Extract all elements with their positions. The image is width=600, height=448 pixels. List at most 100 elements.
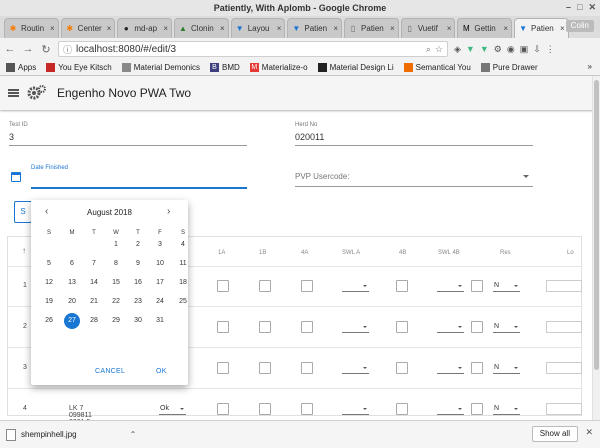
cell-checkbox[interactable] [471, 403, 483, 415]
day-5[interactable]: 5 [41, 256, 57, 272]
day-2[interactable]: 2 [130, 237, 146, 253]
tab-2[interactable]: ✱ Center × [60, 18, 116, 38]
cell-checkbox[interactable] [301, 280, 313, 292]
day-6[interactable]: 6 [64, 256, 80, 272]
day-18[interactable]: 18 [175, 275, 191, 291]
status-select[interactable]: Ok [159, 403, 186, 415]
tab-8[interactable]: ▯ Vuetif × [400, 18, 456, 38]
day-29[interactable]: 29 [108, 313, 124, 329]
colorpicker-icon[interactable]: ◉ [507, 44, 515, 55]
cell-checkbox[interactable] [301, 362, 313, 374]
cell-checkbox[interactable] [396, 280, 408, 292]
day-16[interactable]: 16 [130, 275, 146, 291]
camera-icon[interactable]: ▣ [520, 44, 529, 55]
swl-a-select[interactable] [342, 403, 369, 415]
bookmark-3[interactable]: Material Demonics [121, 63, 200, 72]
swl-a-select[interactable] [342, 362, 369, 374]
cell-checkbox[interactable] [217, 321, 229, 333]
day-23[interactable]: 23 [130, 294, 146, 310]
swl-4b-select[interactable] [437, 403, 464, 415]
tab-close-icon[interactable]: × [390, 24, 395, 33]
day-25[interactable]: 25 [175, 294, 191, 310]
tab-close-icon[interactable]: × [447, 24, 452, 33]
chrome-menu-icon[interactable]: ⋮ [546, 44, 555, 55]
close-window-icon[interactable]: ✕ [588, 2, 596, 13]
back-icon[interactable]: ← [4, 43, 16, 55]
cell-checkbox[interactable] [301, 403, 313, 415]
vertical-scrollbar[interactable] [592, 76, 600, 420]
bookmark-star-icon[interactable]: ☆ [435, 44, 443, 55]
day-22[interactable]: 22 [108, 294, 124, 310]
cell-checkbox[interactable] [301, 321, 313, 333]
bookmark-7[interactable]: Semantical You [403, 63, 471, 72]
cell-checkbox[interactable] [396, 403, 408, 415]
test-id-field[interactable]: Test ID 3 [9, 122, 247, 146]
tab-close-icon[interactable]: × [503, 24, 508, 33]
day-3[interactable]: 3 [152, 237, 168, 253]
bookmarks-more[interactable]: » [588, 62, 592, 71]
res-select[interactable]: N [493, 403, 520, 415]
pvp-usercode-select[interactable]: PVP Usercode: [295, 172, 533, 187]
cell-checkbox[interactable] [471, 280, 483, 292]
maximize-icon[interactable]: □ [577, 2, 582, 13]
cell-checkbox[interactable] [396, 321, 408, 333]
day-24[interactable]: 24 [152, 294, 168, 310]
reload-icon[interactable]: ↻ [40, 43, 52, 56]
tab-7[interactable]: ▯ Patien × [344, 18, 399, 38]
bookmark-6[interactable]: Material Design Li [317, 63, 394, 72]
day-31[interactable]: 31 [152, 313, 168, 329]
swl-a-select[interactable] [342, 321, 369, 333]
swl-4b-select[interactable] [437, 280, 464, 292]
res-select[interactable]: N [493, 321, 520, 333]
vue-icon[interactable]: ▼ [480, 44, 489, 54]
cell-checkbox[interactable] [471, 362, 483, 374]
extension-icon[interactable]: ⚙ [494, 44, 502, 55]
cell-checkbox[interactable] [259, 403, 271, 415]
tab-close-icon[interactable]: × [560, 24, 565, 33]
day-7[interactable]: 7 [86, 256, 102, 272]
cell-checkbox[interactable] [396, 362, 408, 374]
day-15[interactable]: 15 [108, 275, 124, 291]
res-select[interactable]: N [493, 362, 520, 374]
tab-close-icon[interactable]: × [333, 24, 338, 33]
download-icon[interactable]: ⇩ [533, 44, 541, 55]
day-21[interactable]: 21 [86, 294, 102, 310]
day-30[interactable]: 30 [130, 313, 146, 329]
tab-close-icon[interactable]: × [163, 24, 168, 33]
next-month-icon[interactable]: › [167, 206, 170, 217]
tab-close-icon[interactable]: × [277, 24, 282, 33]
ok-button[interactable]: OK [156, 368, 167, 375]
cell-checkbox[interactable] [471, 321, 483, 333]
day-4[interactable]: 4 [175, 237, 191, 253]
day-19[interactable]: 19 [41, 294, 57, 310]
res-select[interactable]: N [493, 280, 520, 292]
swl-4b-select[interactable] [437, 362, 464, 374]
lo-input[interactable] [546, 403, 582, 415]
tab-close-icon[interactable]: × [220, 24, 225, 33]
bookmark-2[interactable]: You Eye Kitsch [46, 63, 112, 72]
tab-close-icon[interactable]: × [107, 24, 112, 33]
lo-input[interactable] [546, 362, 582, 374]
tab-5[interactable]: ▼ Layou × [230, 18, 286, 38]
lo-input[interactable] [546, 280, 582, 292]
tab-close-icon[interactable]: × [50, 24, 55, 33]
bookmark-4[interactable]: B BMD [210, 63, 240, 72]
info-icon[interactable]: ⓘ [63, 43, 72, 56]
tab-4[interactable]: ▲ Clonin × [174, 18, 229, 38]
save-button[interactable]: S [14, 201, 32, 223]
close-icon[interactable]: ✕ [585, 427, 593, 438]
lo-input[interactable] [546, 321, 582, 333]
day-27[interactable]: 27 [64, 313, 80, 329]
day-13[interactable]: 13 [64, 275, 80, 291]
day-14[interactable]: 14 [86, 275, 102, 291]
cell-checkbox[interactable] [259, 362, 271, 374]
bookmark-5[interactable]: M Materialize-o [249, 63, 308, 72]
bookmark-1[interactable]: Apps [6, 63, 36, 72]
day-20[interactable]: 20 [64, 294, 80, 310]
day-28[interactable]: 28 [86, 313, 102, 329]
bookmark-8[interactable]: Pure Drawer [480, 63, 538, 72]
cell-checkbox[interactable] [217, 280, 229, 292]
chevron-up-icon[interactable]: ⌃ [130, 430, 137, 439]
day-1[interactable]: 1 [108, 237, 124, 253]
vue-devtools-icon[interactable]: ▼ [466, 44, 475, 54]
